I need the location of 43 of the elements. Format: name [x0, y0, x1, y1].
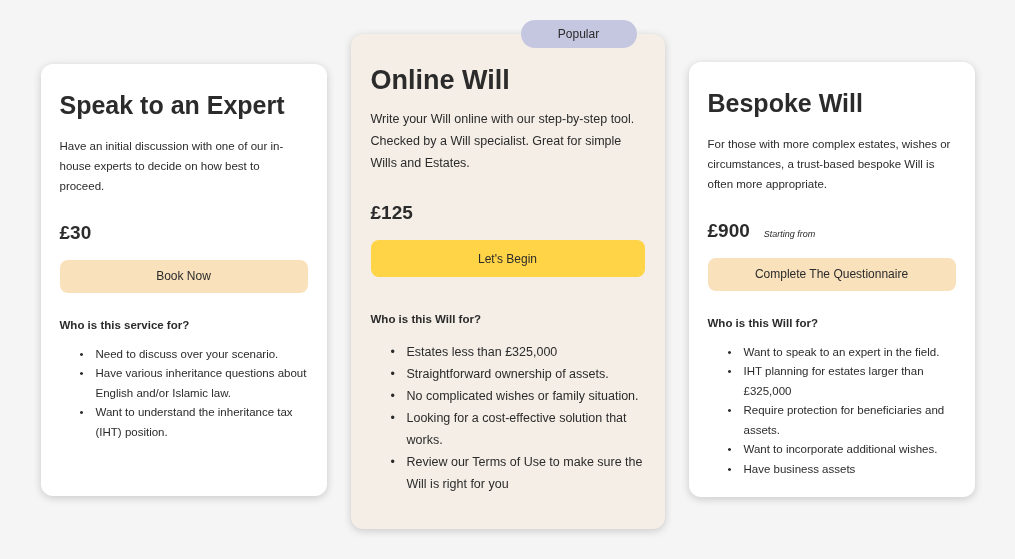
- plan-title: Online Will: [370, 64, 511, 97]
- plan-title: Bespoke Will: [707, 87, 864, 118]
- bullet-mark: •: [727, 461, 733, 477]
- bullet-mark: •: [79, 346, 85, 362]
- bullet-mark: •: [79, 366, 85, 381]
- cta-button[interactable]: Complete The Questionnaire: [707, 257, 956, 291]
- audience-heading: Who is this Will for?: [707, 316, 819, 329]
- audience-point: Want to speak to an expert in the field.: [743, 344, 941, 360]
- bullet-mark: •: [390, 344, 396, 362]
- bullet-mark: •: [727, 403, 733, 419]
- bullet-mark: •: [727, 344, 733, 360]
- plan-price: £900: [707, 219, 750, 242]
- audience-point: Review our Terms of Use to make sure the Will is right for you: [406, 454, 644, 494]
- audience-heading: Who is this service for?: [59, 318, 191, 331]
- audience-point: Have various inheritance questions about English and/or Islamic law.: [95, 366, 308, 401]
- audience-point: Have business assets: [743, 461, 857, 477]
- audience-point: IHT planning for estates larger than £325,000: [743, 364, 925, 399]
- audience-heading: Who is this Will for?: [370, 313, 482, 326]
- popular-badge: Popular: [520, 20, 637, 48]
- audience-point: Want to understand the inheritance tax (IHT) position.: [95, 405, 294, 440]
- plan-price: £125: [370, 202, 413, 225]
- plan-title: Speak to an Expert: [59, 89, 286, 120]
- audience-point: Looking for a cost-effective solution that works.: [406, 410, 628, 450]
- bullet-mark: •: [79, 405, 85, 420]
- audience-point: Estates less than £325,000: [406, 344, 559, 362]
- plan-price: £30: [59, 221, 92, 244]
- audience-point: Straightforward ownership of assets.: [406, 366, 610, 384]
- bullet-mark: •: [727, 442, 733, 458]
- audience-point: No complicated wishes or family situation.: [406, 388, 640, 406]
- audience-point: Need to discuss over your scenario.: [95, 346, 280, 362]
- price-note: Starting from: [763, 228, 816, 239]
- plan-description: For those with more complex estates, wishes or circumstances, a trust-based bespoke Will is often more appropriate.: [707, 136, 952, 192]
- audience-point: Want to incorporate additional wishes.: [743, 442, 939, 458]
- audience-point: Require protection for beneficiaries and assets.: [743, 403, 946, 438]
- bullet-mark: •: [390, 388, 396, 406]
- bullet-mark: •: [727, 364, 733, 380]
- plan-description: Write your Will online with our step-by-step tool. Checked by a Will specialist. Great for simple Wills and Estates.: [370, 111, 636, 173]
- cta-button[interactable]: Book Now: [59, 259, 308, 293]
- bullet-mark: •: [390, 366, 396, 384]
- plan-description: Have an initial discussion with one of our in-house experts to decide on how best to proceed.: [59, 138, 285, 194]
- bullet-mark: •: [390, 410, 396, 428]
- cta-button[interactable]: Let's Begin: [370, 240, 645, 278]
- bullet-mark: •: [390, 454, 396, 472]
